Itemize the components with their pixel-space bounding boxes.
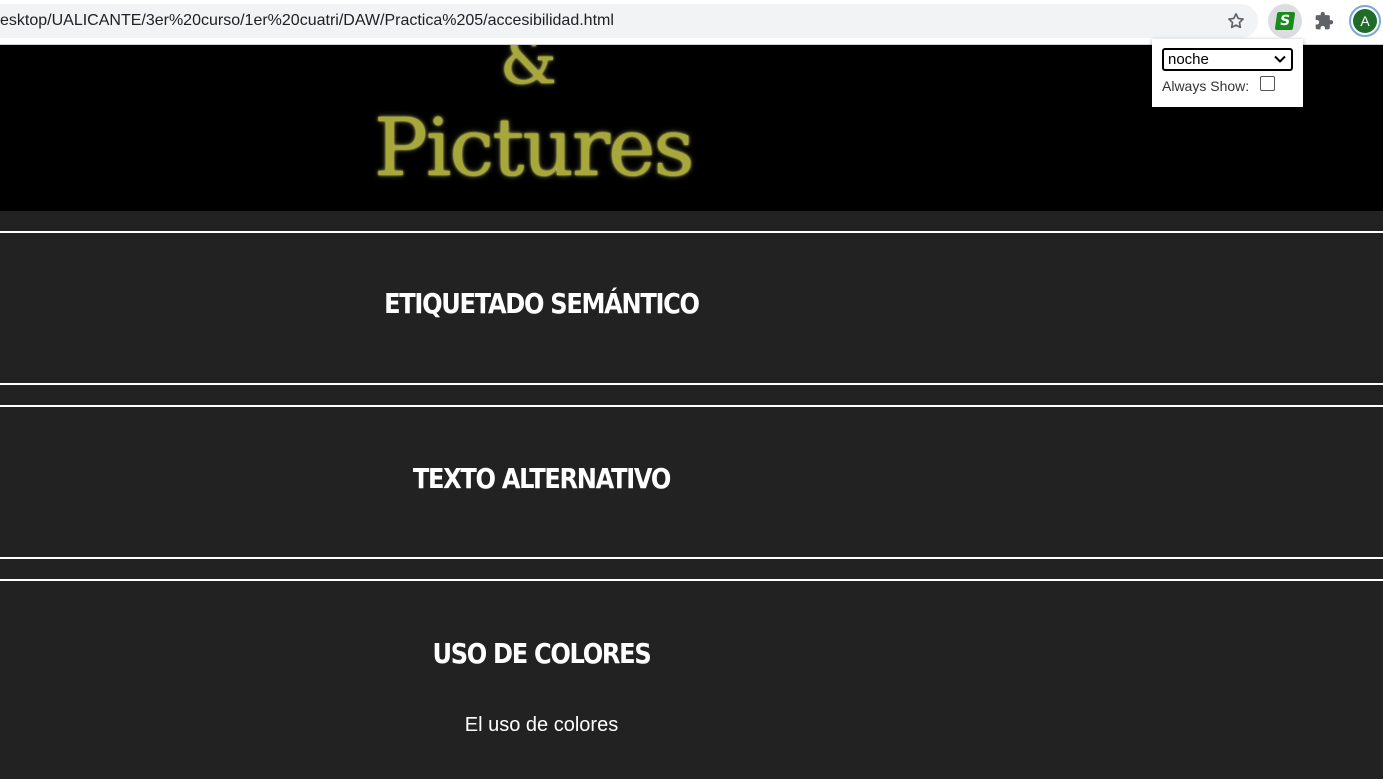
section-title: Texto alternativo — [412, 462, 671, 495]
extensions-puzzle-icon[interactable] — [1312, 9, 1336, 33]
section-text: El uso de colores — [464, 714, 619, 736]
url-text[interactable]: esktop/UALICANTE/3er%20curso/1er%20cuatr… — [0, 4, 614, 38]
logo-text: Pictures — [374, 101, 695, 194]
always-show-label: Always Show: — [1162, 78, 1250, 94]
profile-initial: A — [1353, 9, 1377, 33]
logo-ampersand: & — [500, 45, 557, 99]
profile-avatar[interactable]: A — [1349, 5, 1381, 37]
bookmark-star-icon[interactable] — [1224, 9, 1248, 33]
theme-select-value: noche — [1168, 51, 1209, 68]
section-title: Etiquetado semántico — [384, 287, 700, 320]
section-texto-alternativo: Texto alternativo — [0, 405, 1383, 559]
section-etiquetado: Etiquetado semántico — [0, 231, 1383, 385]
section-uso-colores: Uso de colores El uso de colores — [0, 579, 1383, 779]
always-show-checkbox[interactable] — [1260, 76, 1275, 91]
extension-letter: S — [1274, 12, 1296, 30]
chevron-down-icon — [1274, 55, 1286, 63]
extension-icon[interactable]: S — [1268, 4, 1302, 38]
section-title: Uso de colores — [432, 637, 651, 670]
theme-select[interactable]: noche — [1162, 48, 1293, 71]
extension-popup: noche Always Show: — [1152, 39, 1303, 107]
